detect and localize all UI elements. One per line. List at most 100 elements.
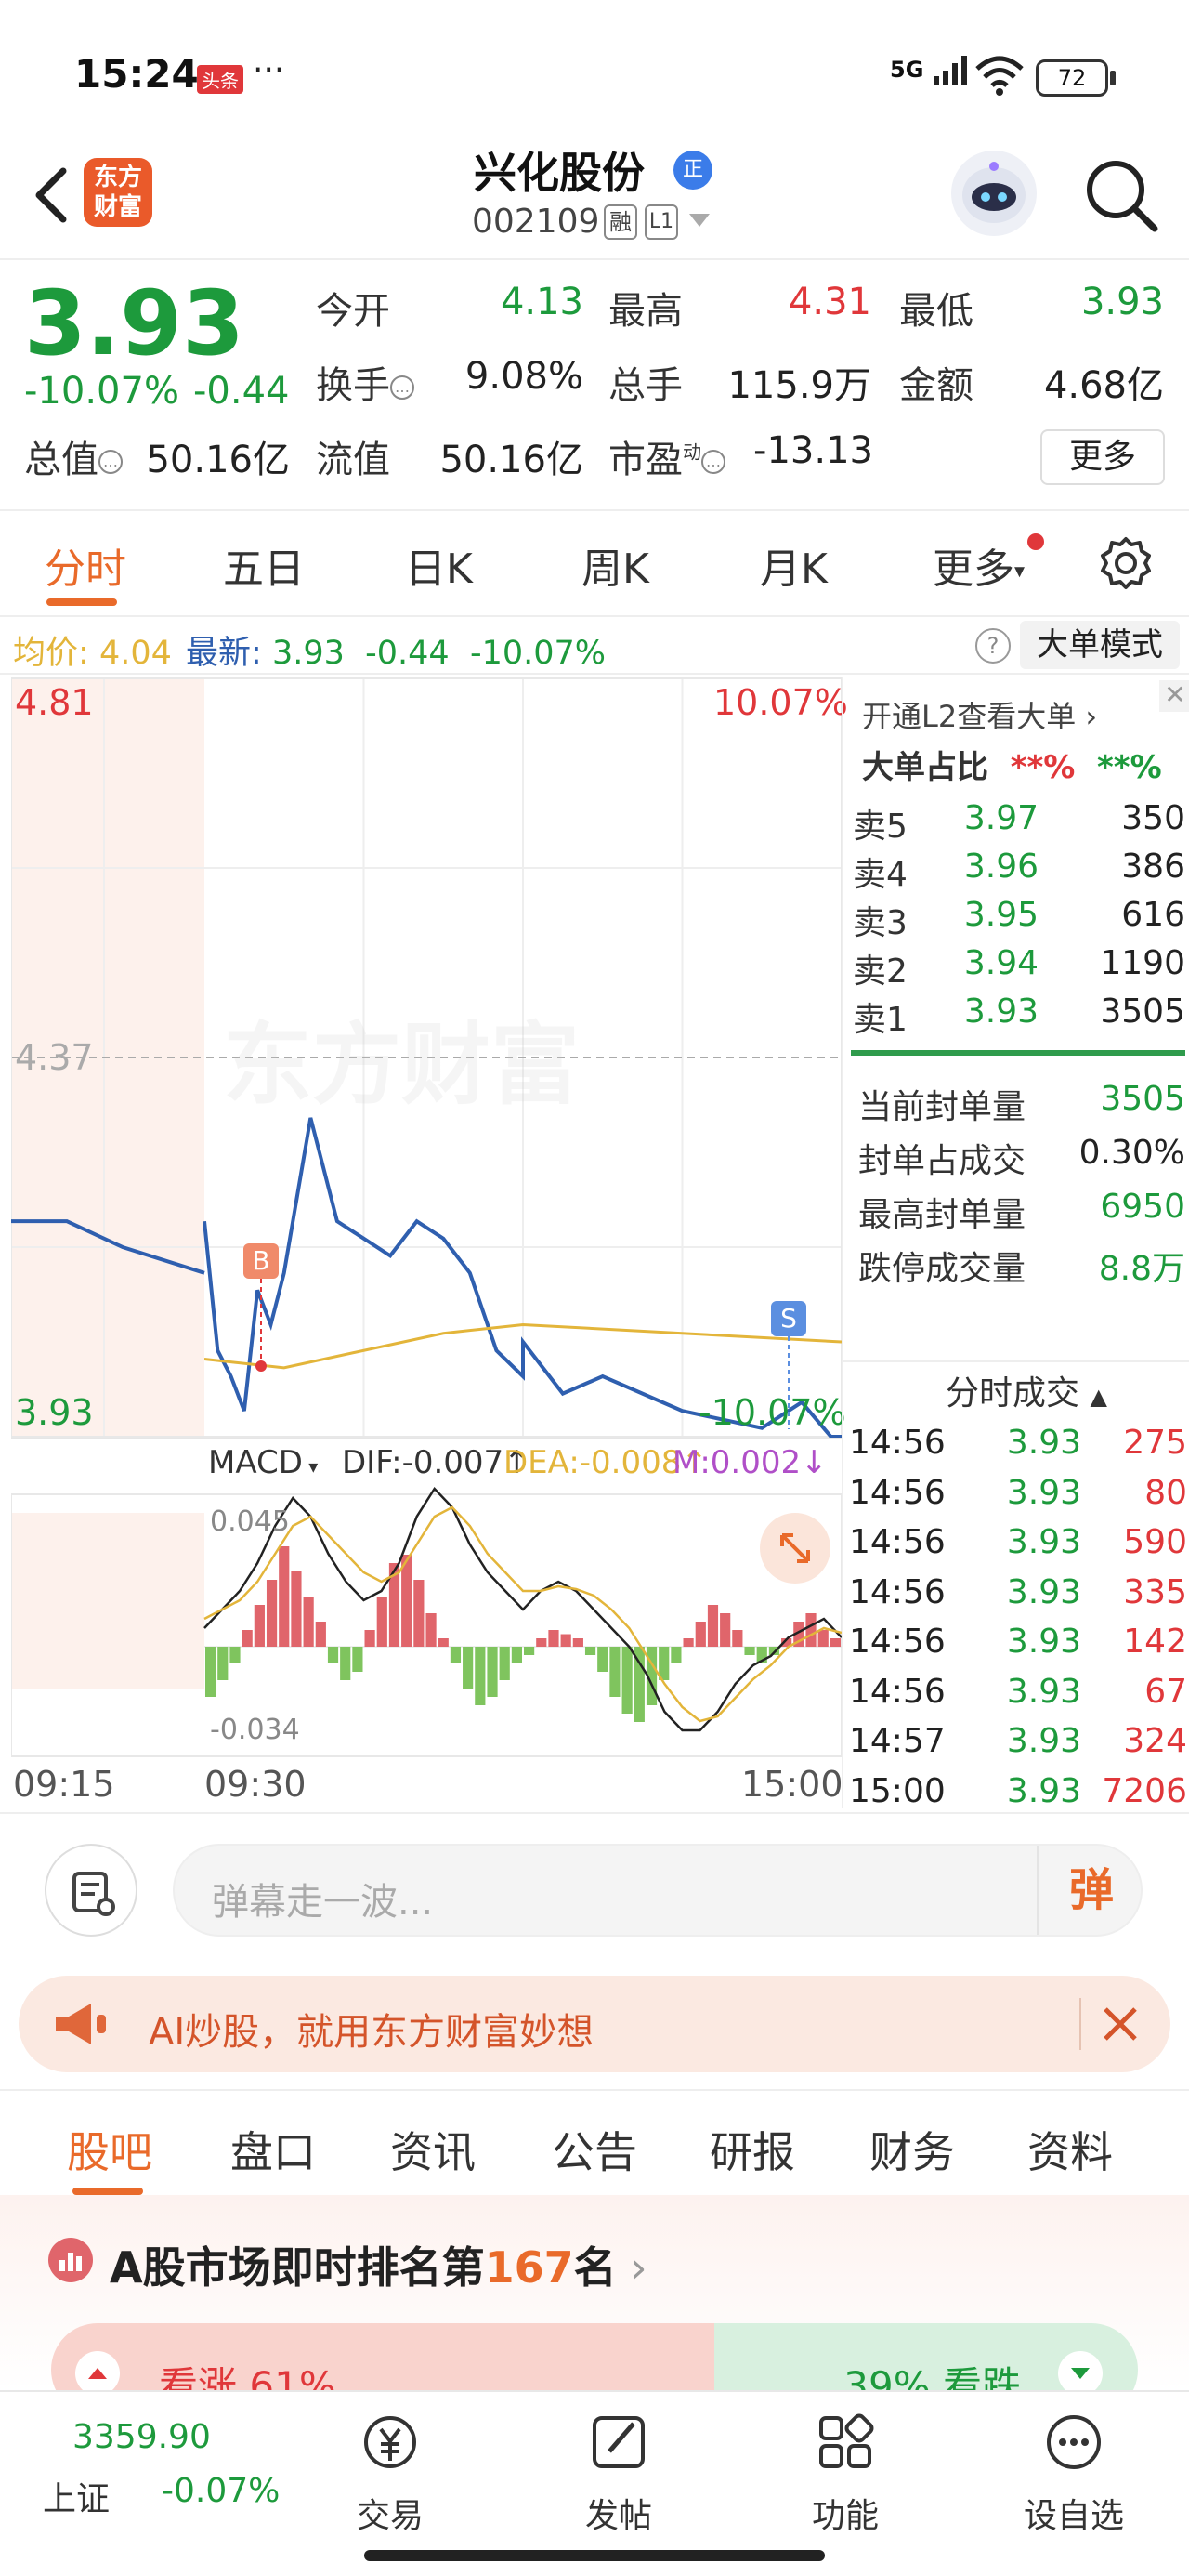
info-icon[interactable]: … — [701, 450, 725, 474]
assistant-robot-icon[interactable] — [951, 151, 1037, 236]
danmu-input[interactable]: 弹幕走一波... 弹 — [173, 1844, 1143, 1937]
tab-pankou[interactable]: 盘口 — [230, 2119, 316, 2180]
tab-finance[interactable]: 财务 — [869, 2119, 955, 2180]
pre-market-shade-macd — [11, 1513, 204, 1689]
macd-bar — [609, 1647, 621, 1697]
open-label: 今开 — [316, 290, 390, 333]
tab-weekly-k[interactable]: 周K — [581, 535, 649, 595]
edit-icon — [593, 2416, 645, 2468]
macd-bar — [401, 1555, 412, 1647]
tick-row: 15:00 3.93 7206 — [849, 1768, 1189, 1819]
order-book: 卖5 3.97 350 卖4 3.96 386 卖3 3.95 616 卖2 3.94 1190 卖1 3… — [853, 795, 1187, 1039]
nav-watchlist[interactable]: 设自选 — [1000, 2411, 1148, 2537]
latest-value: 3.93 — [271, 635, 345, 672]
buy-marker-dot — [255, 1360, 267, 1372]
chart-svg[interactable] — [10, 677, 843, 1808]
tick-time: 14:56 — [849, 1473, 946, 1512]
help-icon[interactable]: ? — [975, 628, 1011, 664]
battery-icon: 72 — [1036, 59, 1108, 97]
danmu-settings-icon[interactable] — [45, 1844, 137, 1937]
order-row: 卖4 3.96 386 — [853, 844, 1187, 894]
tick-volume: 324 — [1123, 1722, 1187, 1760]
macd-bar — [413, 1580, 425, 1647]
tab-announcements[interactable]: 公告 — [552, 2119, 637, 2180]
tab-guba[interactable]: 股吧 — [67, 2119, 152, 2180]
home-indicator — [364, 2550, 825, 2561]
rank-chart-icon — [48, 2238, 93, 2282]
seal-value: 8.8万 — [1098, 1250, 1185, 1288]
index-name[interactable]: 上证 — [43, 2472, 110, 2520]
macd-bar — [327, 1647, 339, 1663]
info-icon[interactable]: … — [390, 375, 414, 400]
rank-suffix: 名 — [573, 2242, 617, 2293]
tab-five-day[interactable]: 五日 — [223, 535, 305, 595]
tab-more[interactable]: 更多▾ — [933, 535, 1025, 595]
tick-volume: 275 — [1123, 1424, 1187, 1462]
macd-bar — [205, 1647, 216, 1697]
latest-price: 最新: 3.93 -0.44 -10.07% — [186, 626, 606, 674]
macd-bar — [720, 1613, 731, 1647]
nav-functions[interactable]: 功能 — [771, 2411, 920, 2537]
app-logo[interactable]: 东方财富 — [84, 158, 152, 227]
intraday-info-line: 均价: 4.04 最新: 3.93 -0.44 -10.07% ? 大单模式 — [0, 617, 1189, 675]
macd-bar — [695, 1622, 706, 1647]
time-open: 09:30 — [204, 1764, 307, 1805]
tab-research[interactable]: 研报 — [710, 2119, 795, 2180]
macd-bar — [683, 1638, 694, 1647]
tick-row: 14:56 3.93 80 — [849, 1470, 1189, 1520]
tab-monthly-k[interactable]: 月K — [760, 535, 828, 595]
tab-daily-k[interactable]: 日K — [405, 535, 473, 595]
nav-watchlist-label: 设自选 — [1023, 2497, 1124, 2535]
macd-top-label: 0.045 — [210, 1505, 290, 1538]
seal-value: 6950 — [1100, 1188, 1185, 1226]
tab-news[interactable]: 资讯 — [390, 2119, 476, 2180]
ai-banner[interactable]: AI炒股，就用东方财富妙想 — [19, 1976, 1170, 2072]
seal-row: 封单占成交 0.30% — [858, 1128, 1185, 1182]
sort-up-icon: ▲ — [1090, 1384, 1107, 1410]
mktcap-label-text: 总值 — [24, 439, 98, 481]
order-side-panel: 开通L2查看大单 › ✕ 大单占比 **% **% 卖5 3.97 350 卖4 3.9… — [842, 677, 1189, 1810]
order-price: 3.95 — [963, 896, 1039, 934]
more-dots: ··· — [253, 51, 285, 89]
index-value[interactable]: 3359.90 — [72, 2418, 211, 2456]
expand-icon[interactable] — [760, 1513, 830, 1584]
turnover-label: 换手… — [316, 355, 414, 409]
ticks-title[interactable]: 分时成交 ▲ — [946, 1366, 1107, 1414]
tick-time: 14:56 — [849, 1672, 946, 1711]
info-icon[interactable]: … — [98, 450, 123, 474]
tick-time: 14:56 — [849, 1424, 946, 1462]
volume-value: 115.9万 — [727, 364, 871, 407]
order-volume: 350 — [1121, 799, 1185, 837]
search-icon[interactable] — [1082, 156, 1160, 234]
nav-trade[interactable]: 交易 — [316, 2411, 464, 2537]
more-quote-button[interactable]: 更多 — [1040, 429, 1165, 485]
order-level: 卖1 — [853, 1001, 908, 1039]
macd-bar — [463, 1647, 474, 1689]
big-order-mode-button[interactable]: 大单模式 — [1020, 621, 1180, 669]
macd-bar — [266, 1580, 278, 1647]
close-icon[interactable] — [1100, 2004, 1141, 2044]
rank-title[interactable]: A股市场即时排名第167名 › — [110, 2234, 647, 2295]
l2-upgrade-link[interactable]: 开通L2查看大单 › — [862, 693, 1097, 736]
close-icon[interactable]: ✕ — [1159, 680, 1189, 712]
macd-bar — [560, 1634, 571, 1647]
nav-post[interactable]: 发帖 — [544, 2411, 693, 2537]
stock-code[interactable]: 002109 — [472, 203, 599, 241]
macd-selector[interactable]: MACD ▾ — [208, 1444, 318, 1481]
nav-functions-label: 功能 — [811, 2497, 879, 2535]
settings-gear-icon[interactable] — [1098, 535, 1154, 591]
status-time: 15:24 — [74, 51, 199, 97]
buy-marker[interactable]: B — [243, 1243, 279, 1279]
tab-profile[interactable]: 资料 — [1027, 2119, 1113, 2180]
back-arrow-icon[interactable] — [26, 158, 82, 232]
tab-intraday[interactable]: 分时 — [45, 535, 126, 595]
intraday-chart[interactable]: 4.81 4.37 3.93 10.07% -10.07% 东方财富 B S M… — [10, 677, 848, 1808]
volume-label: 总手 — [608, 364, 683, 407]
sell-marker[interactable]: S — [771, 1301, 806, 1336]
code-dropdown-icon[interactable] — [689, 214, 710, 227]
tick-row: 14:56 3.93 67 — [849, 1669, 1189, 1719]
danmu-bar: 弹幕走一波... 弹 — [0, 1812, 1189, 1961]
danmu-send-button[interactable]: 弹 — [1037, 1846, 1144, 1935]
index-change[interactable]: -0.07% — [162, 2472, 280, 2510]
order-row: 卖2 3.94 1190 — [853, 940, 1187, 991]
